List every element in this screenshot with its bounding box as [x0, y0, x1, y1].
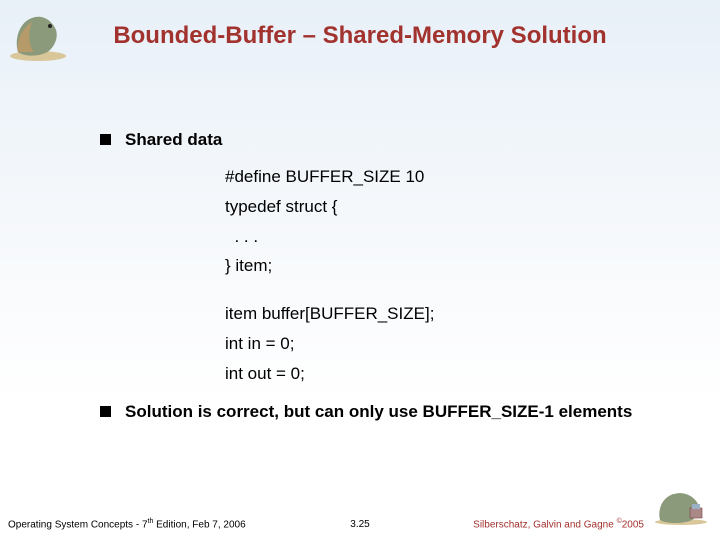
footer: Operating System Concepts - 7th Edition,… [0, 508, 720, 530]
code-line: int out = 0; [225, 359, 680, 389]
square-bullet-icon [100, 134, 111, 145]
bullet-text: Shared data [125, 130, 222, 150]
footer-right: Silberschatz, Galvin and Gagne ©2005 [473, 518, 644, 530]
code-line: int in = 0; [225, 329, 680, 359]
code-line: } item; [225, 251, 680, 281]
footer-left-pre: Operating System Concepts - 7 [8, 519, 148, 530]
bullet-item: Shared data [100, 130, 680, 150]
footer-left: Operating System Concepts - 7th Edition,… [8, 518, 246, 530]
code-line: item buffer[BUFFER_SIZE]; [225, 299, 680, 329]
slide-title: Bounded-Buffer – Shared-Memory Solution [0, 22, 720, 50]
footer-left-post: Edition, Feb 7, 2006 [153, 519, 245, 530]
code-block: #define BUFFER_SIZE 10 typedef struct { … [225, 162, 680, 388]
dinosaur-footer-icon [652, 486, 710, 526]
slide: Bounded-Buffer – Shared-Memory Solution … [0, 0, 720, 540]
bullet-text: Solution is correct, but can only use BU… [125, 402, 632, 422]
footer-page-number: 3.25 [350, 519, 369, 530]
content-area: Shared data #define BUFFER_SIZE 10 typed… [100, 130, 680, 428]
footer-right-pre: Silberschatz, Galvin and Gagne [473, 519, 616, 530]
bullet-item: Solution is correct, but can only use BU… [100, 402, 680, 422]
code-line: . . . [225, 222, 680, 252]
square-bullet-icon [100, 406, 111, 417]
footer-right-post: 2005 [622, 519, 644, 530]
code-line: #define BUFFER_SIZE 10 [225, 162, 680, 192]
code-line: typedef struct { [225, 192, 680, 222]
